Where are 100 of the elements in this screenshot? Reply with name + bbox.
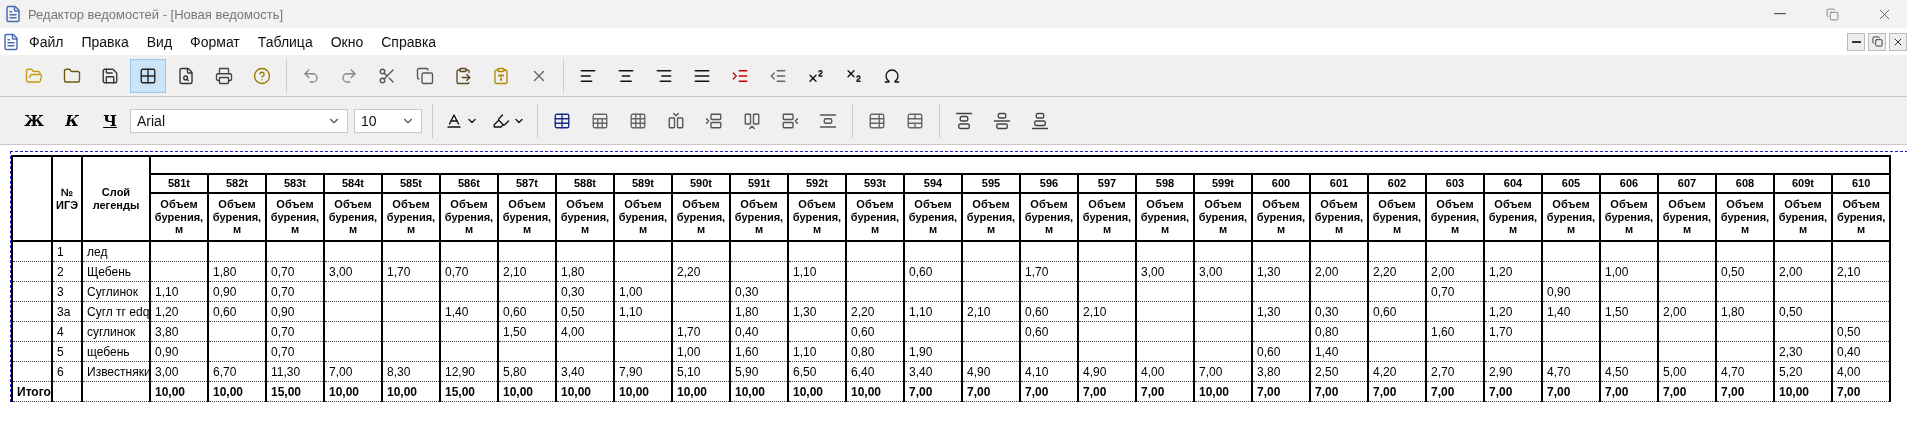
column-subheader: Объем бурения, м <box>846 193 904 241</box>
table-cell: 0,60 <box>1252 341 1310 362</box>
table-cell: 1,60 <box>1426 321 1484 342</box>
table-settings-icon <box>868 111 886 130</box>
column-header: 584t <box>324 174 382 193</box>
table-cell: 7,00 <box>1658 381 1716 402</box>
column-header: 597 <box>1078 174 1136 193</box>
column-header: 587t <box>498 174 556 193</box>
column-subheader: Объем бурения, м <box>1832 193 1891 241</box>
table-cell: 10,00 <box>846 381 904 402</box>
omega-icon <box>883 66 901 85</box>
folder-icon <box>25 66 43 85</box>
column-header: 608 <box>1716 174 1774 193</box>
table-cell: 2,10 <box>1832 261 1891 282</box>
table-cell: 7,00 <box>1600 381 1658 402</box>
font-select[interactable]: Arial <box>130 108 348 133</box>
column-subheader: Объем бурения, м <box>1252 193 1310 241</box>
table-cell: 0,60 <box>1020 301 1078 322</box>
column-subheader: Объем бурения, м <box>1020 193 1078 241</box>
table-cell: 5,90 <box>730 361 788 382</box>
table-cell: 7,00 <box>1832 381 1891 402</box>
insert-column-icon <box>743 111 761 130</box>
table-cell: 1,10 <box>150 281 208 302</box>
grid-button[interactable] <box>130 58 166 93</box>
bold-button[interactable]: Ж <box>16 105 52 136</box>
table-cell: 7,00 <box>1484 381 1542 402</box>
table-cell: 6,40 <box>846 361 904 382</box>
table-cell: 7,00 <box>1368 381 1426 402</box>
table-cell: 0,90 <box>208 281 266 302</box>
column-header: 609t <box>1774 174 1832 193</box>
table-cell: 12,90 <box>440 361 498 382</box>
table-cell: 3,80 <box>150 321 208 342</box>
table-cell: 2,10 <box>1078 301 1136 322</box>
menu-item[interactable]: Вид <box>137 31 182 52</box>
column-subheader: Объем бурения, м <box>440 193 498 241</box>
table-cell: 4,10 <box>1020 361 1078 382</box>
column-header: 586t <box>440 174 498 193</box>
font-size-select[interactable]: 10 <box>354 108 422 133</box>
document-restore-button[interactable] <box>1868 32 1886 51</box>
table-cell: 2,10 <box>498 261 556 282</box>
table-icon <box>553 111 571 130</box>
table-cell: 10,00 <box>382 381 440 402</box>
table-cell: 0,80 <box>1310 321 1368 342</box>
minimize-icon <box>1851 40 1861 43</box>
table-cell: 7,00 <box>1716 381 1774 402</box>
table-cell: 5,00 <box>1658 361 1716 382</box>
italic-button[interactable]: К <box>54 105 90 136</box>
table-cell: суглинок <box>82 321 150 342</box>
table-cell: 0,60 <box>1020 321 1078 342</box>
column-subheader: Объем бурения, м <box>1774 193 1832 241</box>
table-cell: 0,60 <box>498 301 556 322</box>
menu-item[interactable]: Файл <box>20 31 73 52</box>
table-cell: 0,70 <box>266 341 324 362</box>
column-header: 589t <box>614 174 672 193</box>
app-icon <box>4 5 22 23</box>
table-cell: 1 <box>52 241 82 262</box>
table-cell: 0,50 <box>556 301 614 322</box>
column-header: 588t <box>556 174 614 193</box>
menu-item[interactable]: Формат <box>181 31 249 52</box>
window-title: Редактор ведомостей - [Новая ведомость] <box>28 6 283 22</box>
table-cell: 1,30 <box>788 301 846 322</box>
table-cell: 2,00 <box>1426 261 1484 282</box>
table-cell: 10,00 <box>672 381 730 402</box>
document-close-button[interactable] <box>1889 32 1907 51</box>
table-cell: 3,40 <box>904 361 962 382</box>
column-subheader: Объем бурения, м <box>788 193 846 241</box>
column-subheader: Объем бурения, м <box>382 193 440 241</box>
table-cell: 0,70 <box>1426 281 1484 302</box>
table-cell: 0,90 <box>266 301 324 322</box>
document-minimize-button[interactable] <box>1847 32 1865 51</box>
table-cell: Сугл тг edq <box>82 301 150 322</box>
menu-item[interactable]: Окно <box>321 31 373 52</box>
table-cell: 3,80 <box>1252 361 1310 382</box>
table-cell: 2,90 <box>1484 361 1542 382</box>
table-cell: 4,50 <box>1600 361 1658 382</box>
table-cell: 0,60 <box>1368 301 1426 322</box>
table-cell: 3,40 <box>556 361 614 382</box>
menu-item[interactable]: Таблица <box>248 31 322 52</box>
table-cell: 3 <box>52 281 82 302</box>
table-cell: 1,10 <box>788 341 846 362</box>
table-cell: 1,90 <box>904 341 962 362</box>
underline-button[interactable]: Ч <box>92 105 128 136</box>
table-cell: 1,10 <box>788 261 846 282</box>
menu-item[interactable]: Справка <box>372 31 446 52</box>
table-cell: 1,50 <box>498 321 556 342</box>
table-cell: 1,80 <box>730 301 788 322</box>
table-cell: 1,80 <box>556 261 614 282</box>
menu-item[interactable]: Правка <box>72 31 138 52</box>
table-cell: 3,00 <box>1136 261 1194 282</box>
column-subheader: Объем бурения, м <box>1310 193 1368 241</box>
table-cell: 5 <box>52 341 82 362</box>
table-cell: 0,50 <box>1832 321 1891 342</box>
table-cell: 4,90 <box>962 361 1020 382</box>
insert-column-icon <box>667 111 685 130</box>
table-cell: 1,10 <box>904 301 962 322</box>
table-cell: 0,70 <box>266 281 324 302</box>
table-cell: 10,00 <box>1774 381 1832 402</box>
column-subheader: Объем бурения, м <box>962 193 1020 241</box>
table-cell: 2,10 <box>962 301 1020 322</box>
column-header: 603 <box>1426 174 1484 193</box>
